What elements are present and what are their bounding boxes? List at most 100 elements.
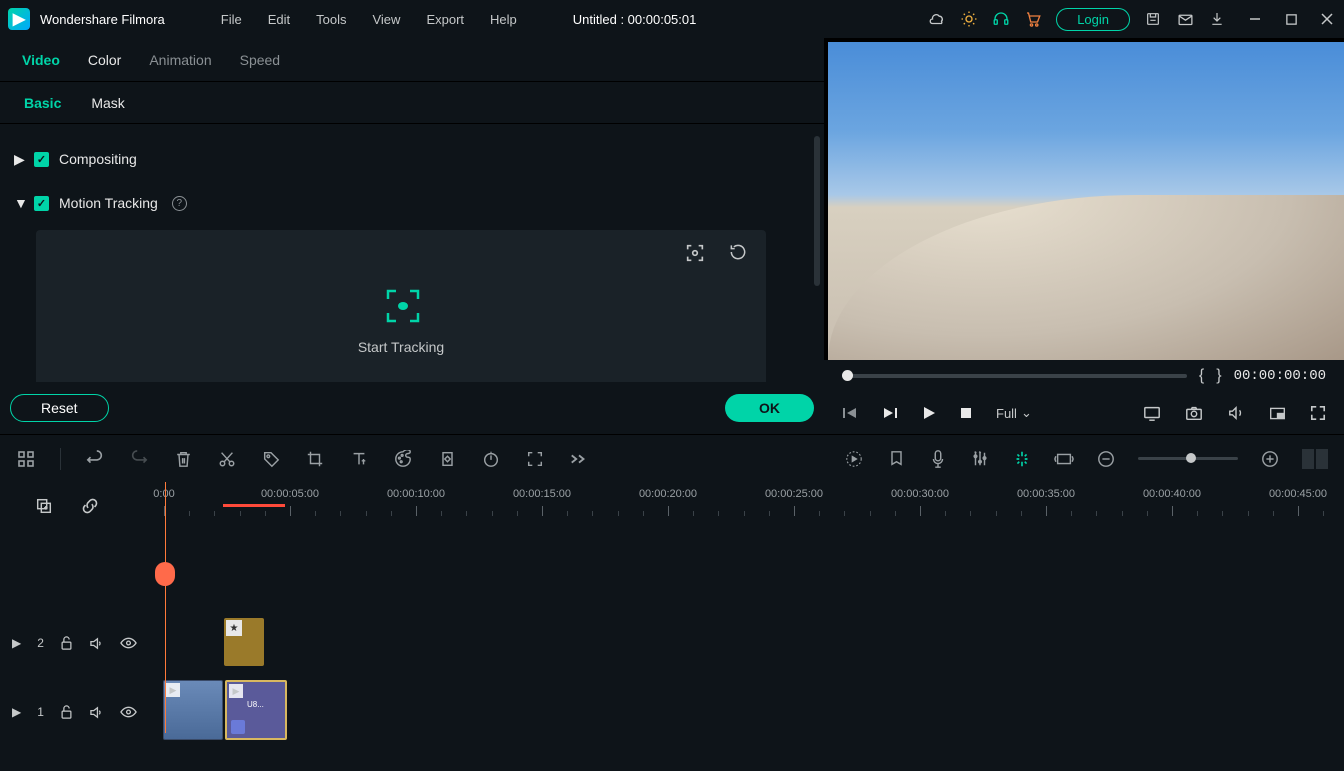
tab-speed[interactable]: Speed <box>240 52 280 68</box>
minimize-icon[interactable] <box>1246 10 1264 28</box>
track-mute-icon[interactable] <box>89 706 104 719</box>
main-area: Video Color Animation Speed Basic Mask ▶… <box>0 38 1344 434</box>
menu-file[interactable]: File <box>211 8 252 31</box>
checkbox-motion-tracking[interactable]: ✓ <box>34 196 49 211</box>
volume-icon[interactable] <box>1227 405 1245 421</box>
collapse-icon[interactable]: ▼ <box>14 195 24 211</box>
subtab-basic[interactable]: Basic <box>24 95 61 111</box>
delete-icon[interactable] <box>173 449 193 469</box>
scrollbar[interactable] <box>814 136 820 286</box>
zoom-out-icon[interactable] <box>1096 449 1116 469</box>
more-tools-icon[interactable] <box>569 449 589 469</box>
fullscreen-icon[interactable] <box>1310 405 1326 421</box>
track-lock-icon[interactable] <box>60 636 73 650</box>
playhead-grip-icon[interactable] <box>155 562 175 586</box>
cloud-icon[interactable] <box>928 10 946 28</box>
download-icon[interactable] <box>1208 10 1226 28</box>
auto-ripple-icon[interactable] <box>1012 449 1032 469</box>
clip-video-2-selected[interactable]: ▶ U8... <box>225 680 287 740</box>
menu-view[interactable]: View <box>362 8 410 31</box>
motion-tracking-tool-icon[interactable] <box>525 449 545 469</box>
cut-icon[interactable] <box>217 449 237 469</box>
color-icon[interactable] <box>393 449 413 469</box>
track-body[interactable]: ★ <box>160 614 1344 672</box>
snapshot-icon[interactable] <box>1185 405 1203 421</box>
zoom-fit-icon[interactable] <box>1302 449 1328 469</box>
clip-video-1[interactable]: ▶ <box>163 680 223 740</box>
audio-mixer-icon[interactable] <box>970 449 990 469</box>
marker-icon[interactable] <box>886 449 906 469</box>
menu-tools[interactable]: Tools <box>306 8 356 31</box>
save-icon[interactable] <box>1144 10 1162 28</box>
tag-icon[interactable] <box>261 449 281 469</box>
stop-button[interactable] <box>960 407 972 419</box>
prev-frame-button[interactable] <box>842 406 858 420</box>
track-body[interactable]: ▶ ▶ U8... <box>160 676 1344 748</box>
undo-icon[interactable] <box>85 449 105 469</box>
tab-color[interactable]: Color <box>88 52 121 68</box>
ruler-label: 00:00:20:00 <box>639 488 697 500</box>
maximize-icon[interactable] <box>1282 10 1300 28</box>
text-icon[interactable] <box>349 449 369 469</box>
display-settings-icon[interactable] <box>1143 405 1161 421</box>
keyframe-icon[interactable] <box>437 449 457 469</box>
mark-out-icon[interactable]: } <box>1216 367 1221 385</box>
time-ruler[interactable]: 0:0000:00:05:0000:00:10:0000:00:15:0000:… <box>160 482 1344 530</box>
track-visibility-icon[interactable] <box>120 637 137 649</box>
track-mute-icon[interactable] <box>89 637 104 650</box>
zoom-knob[interactable] <box>1186 453 1196 463</box>
link-icon[interactable] <box>80 496 100 516</box>
track-visibility-icon[interactable] <box>120 706 137 718</box>
track-number: 1 <box>37 705 44 719</box>
duration-icon[interactable] <box>1054 449 1074 469</box>
menu-export[interactable]: Export <box>416 8 474 31</box>
speed-icon[interactable] <box>481 449 501 469</box>
redo-icon[interactable] <box>129 449 149 469</box>
render-icon[interactable] <box>844 449 864 469</box>
tab-animation[interactable]: Animation <box>149 52 211 68</box>
zoom-slider[interactable] <box>1138 457 1238 460</box>
expand-icon[interactable]: ▶ <box>14 151 24 168</box>
next-frame-button[interactable] <box>882 406 898 420</box>
timeline: 0:0000:00:05:0000:00:10:0000:00:15:0000:… <box>0 482 1344 733</box>
quality-select[interactable]: Full⌄ <box>996 405 1032 421</box>
mark-in-icon[interactable]: { <box>1199 367 1204 385</box>
track-video-icon[interactable]: ▶ <box>12 636 21 650</box>
clip-overlay[interactable]: ★ <box>224 618 264 666</box>
crop-icon[interactable] <box>305 449 325 469</box>
ok-button[interactable]: OK <box>725 394 814 422</box>
track-video-icon[interactable]: ▶ <box>12 705 21 719</box>
section-compositing[interactable]: ▶ ✓ Compositing <box>14 144 796 174</box>
playhead[interactable] <box>165 482 166 733</box>
login-button[interactable]: Login <box>1056 8 1130 31</box>
add-track-icon[interactable] <box>34 496 54 516</box>
section-motion-tracking[interactable]: ▼ ✓ Motion Tracking ? <box>14 188 796 218</box>
app-logo-icon: ▶ <box>8 8 30 30</box>
tab-video[interactable]: Video <box>22 52 60 68</box>
focus-target-icon[interactable] <box>684 242 706 264</box>
layout-icon[interactable] <box>16 449 36 469</box>
seek-slider[interactable] <box>842 374 1187 378</box>
reset-button[interactable]: Reset <box>10 394 109 422</box>
menu-edit[interactable]: Edit <box>258 8 300 31</box>
start-tracking-icon[interactable] <box>382 285 420 323</box>
mail-icon[interactable] <box>1176 10 1194 28</box>
voiceover-icon[interactable] <box>928 449 948 469</box>
play-button[interactable] <box>922 406 936 420</box>
headset-icon[interactable] <box>992 10 1010 28</box>
reset-tracking-icon[interactable] <box>728 242 748 264</box>
track-lock-icon[interactable] <box>60 705 73 719</box>
close-icon[interactable] <box>1318 10 1336 28</box>
preview-viewport[interactable] <box>828 42 1344 360</box>
checkbox-compositing[interactable]: ✓ <box>34 152 49 167</box>
app-name: Wondershare Filmora <box>40 12 165 27</box>
zoom-in-icon[interactable] <box>1260 449 1280 469</box>
pip-icon[interactable] <box>1269 406 1286 421</box>
seek-knob[interactable] <box>842 370 853 381</box>
spacer-track <box>0 530 1344 610</box>
sun-icon[interactable] <box>960 10 978 28</box>
subtab-mask[interactable]: Mask <box>91 95 124 111</box>
cart-icon[interactable] <box>1024 10 1042 28</box>
menu-help[interactable]: Help <box>480 8 527 31</box>
help-icon[interactable]: ? <box>172 196 187 211</box>
